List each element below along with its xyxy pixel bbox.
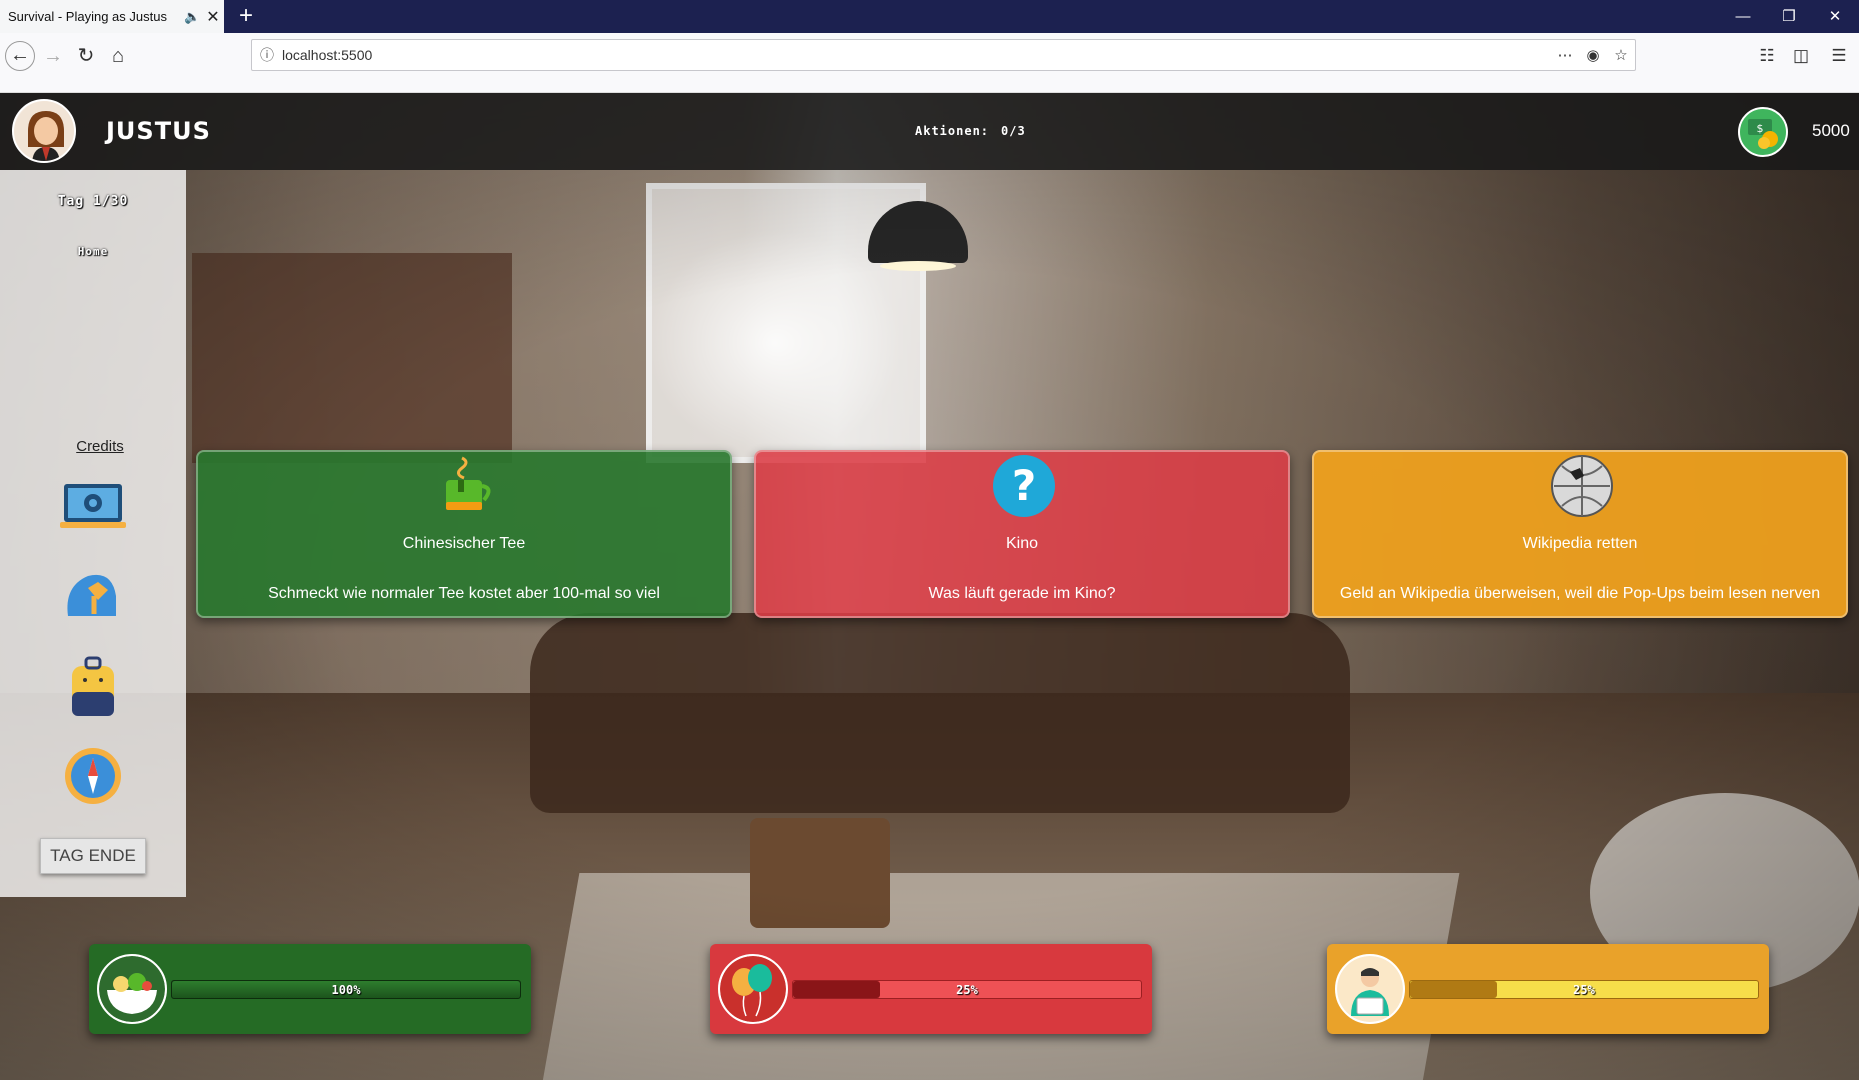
event-card-cinema[interactable]: ? Kino Was läuft gerade im Kino?: [754, 450, 1290, 618]
card-description: Schmeckt wie normaler Tee kostet aber 10…: [268, 585, 660, 602]
question-mark-icon: ?: [992, 454, 1056, 518]
actions-counter: Aktionen: 0/3: [915, 124, 1026, 138]
bookmark-star-icon[interactable]: ☆: [1607, 46, 1635, 64]
page-actions-icon[interactable]: ⋯: [1551, 46, 1579, 64]
back-button[interactable]: ←: [5, 41, 35, 71]
close-window-icon[interactable]: ✕: [1812, 0, 1858, 33]
end-day-button[interactable]: TAG ENDE: [40, 838, 146, 874]
compass-pin-icon[interactable]: [58, 746, 128, 810]
food-percent: 100%: [331, 983, 361, 997]
address-bar[interactable]: ⓘ localhost:5500 ⋯ ◉ ☆: [251, 39, 1636, 71]
restore-icon[interactable]: ❐: [1766, 0, 1812, 33]
svg-text:?: ?: [1012, 461, 1036, 510]
stat-food: 100%: [89, 944, 531, 1034]
fun-progress-bar: 25%: [792, 980, 1142, 999]
event-card-wikipedia[interactable]: Wikipedia retten Geld an Wikipedia überw…: [1312, 450, 1848, 618]
minimize-icon[interactable]: —: [1720, 0, 1766, 33]
location-label: Home: [77, 245, 109, 258]
game-top-bar: Justus Aktionen: 0/3 $ 5000: [0, 93, 1859, 170]
event-card-tea[interactable]: Chinesischer Tee Schmeckt wie normaler T…: [196, 450, 732, 618]
sidebar-toggle-icon[interactable]: ◫: [1786, 41, 1816, 71]
forward-button[interactable]: →: [38, 41, 68, 71]
food-progress-bar: 100%: [171, 980, 521, 999]
tab-title: Survival - Playing as Justus: [8, 9, 167, 24]
svg-text:$: $: [1757, 122, 1764, 135]
site-info-icon[interactable]: ⓘ: [252, 45, 282, 65]
fun-percent: 25%: [956, 983, 978, 997]
credits-link[interactable]: Credits: [0, 438, 200, 455]
player-avatar-icon: [14, 101, 74, 161]
worker-laptop-icon: [1335, 954, 1405, 1024]
browser-tab-bar: Survival - Playing as Justus 🔈 ✕ + — ❐ ✕: [0, 0, 1859, 33]
player-name: Justus: [106, 117, 211, 145]
sidebar: Tag 1/30 Home Credits TAG ENDE: [0, 170, 186, 897]
game-screen: Justus Aktionen: 0/3 $ 5000 Tag 1/30 Home…: [0, 93, 1859, 1080]
brain-network-icon[interactable]: [58, 566, 128, 630]
card-description: Geld an Wikipedia überweisen, weil die P…: [1339, 585, 1821, 602]
work-percent: 25%: [1573, 983, 1595, 997]
wikipedia-globe-icon: [1550, 454, 1614, 518]
menu-icon[interactable]: ☰: [1824, 41, 1854, 71]
reload-button[interactable]: ↻: [71, 41, 101, 71]
day-counter: Tag 1/30: [57, 194, 129, 209]
card-description: Was läuft gerade im Kino?: [928, 585, 1116, 602]
home-button[interactable]: ⌂: [103, 41, 133, 71]
stat-fun: 25%: [710, 944, 1152, 1034]
close-tab-icon[interactable]: ✕: [202, 7, 224, 27]
speaker-icon[interactable]: 🔈: [184, 9, 202, 25]
player-avatar[interactable]: [12, 99, 76, 163]
pocket-icon[interactable]: ◉: [1579, 46, 1607, 64]
browser-toolbar: ← → ↻ ⌂ ⓘ localhost:5500 ⋯ ◉ ☆ ☷ ◫ ☰: [0, 33, 1859, 93]
url-text[interactable]: localhost:5500: [282, 47, 1551, 63]
backpack-icon[interactable]: [58, 656, 128, 720]
new-tab-button[interactable]: +: [232, 2, 260, 30]
library-icon[interactable]: ☷: [1752, 41, 1782, 71]
balloons-icon: [718, 954, 788, 1024]
browser-tab[interactable]: Survival - Playing as Justus 🔈 ✕: [0, 0, 224, 33]
tea-cup-icon: [434, 454, 498, 518]
card-title: Wikipedia retten: [1522, 535, 1638, 552]
stat-work: 25%: [1327, 944, 1769, 1034]
card-title: Kino: [1005, 535, 1039, 552]
food-bowl-icon: [97, 954, 167, 1024]
work-progress-bar: 25%: [1409, 980, 1759, 999]
actions-label: Aktionen:: [915, 124, 990, 138]
money-amount: 5000: [1812, 121, 1850, 140]
card-title: Chinesischer Tee: [402, 535, 526, 552]
money-icon: $: [1738, 107, 1788, 157]
actions-value: 0/3: [1001, 124, 1026, 138]
laptop-settings-icon[interactable]: [58, 476, 128, 540]
